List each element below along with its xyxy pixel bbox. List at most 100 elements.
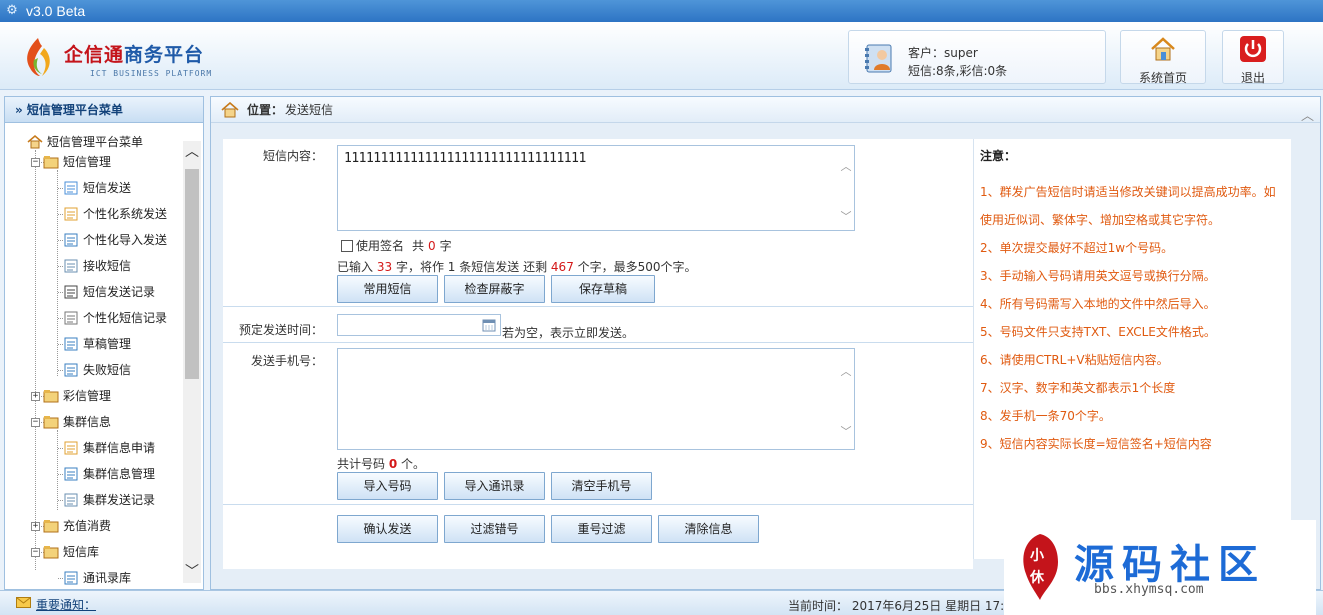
expand-icon[interactable]: + [31,521,40,531]
panel-scroll-up-icon[interactable]: ︿ [1301,105,1317,124]
brand-en: ICT BUSINESS PLATFORM [90,69,213,78]
sidebar-item[interactable]: 通讯录库 [63,568,131,588]
collapse-icon[interactable]: − [31,547,40,557]
sidebar-item-label: 个性化导入发送 [83,233,168,247]
expand-icon[interactable]: + [31,391,40,401]
scroll-down-icon[interactable]: ﹀ [838,423,854,439]
customer-name: 客户：super [908,46,978,60]
common-sms-button[interactable]: 常用短信 [337,275,438,303]
message-balance: 短信:8条,彩信:0条 [908,64,1008,78]
current-time: 当前时间： 2017年6月25日 星期日 17:09 [788,599,1020,613]
divider [223,342,973,343]
clear-info-button[interactable]: 清除信息 [658,515,759,543]
sms-content-textarea[interactable]: 111111111111111111111111111111111 ︿ ﹀ [337,145,855,231]
sidebar-item[interactable]: 个性化导入发送 [63,230,167,250]
home-button[interactable]: 系统首页 [1120,30,1206,85]
sidebar: » 短信管理平台菜单 短信管理平台菜单 − 短信管理 短信发送 个性化系统发送 个性化导… [4,96,204,590]
signature-checkbox[interactable] [341,239,353,252]
sidebar-item[interactable]: − 短信管理 [31,152,111,172]
schedule-hint: 若为空，表示立即发送。 [502,326,635,340]
power-icon [1240,36,1266,62]
stats-text-1: 已输入 [337,260,374,274]
sidebar-item[interactable]: 集群信息申请 [63,438,155,458]
note-item: 2、单次提交最好不超过1w个号码。 [980,241,1174,255]
sidebar-item[interactable]: 集群信息管理 [63,464,155,484]
sidebar-item-label: 短信管理 [63,155,112,169]
scroll-up-icon[interactable]: ︿ [183,143,201,161]
sidebar-scrollbar[interactable]: ︿ ﹀ [183,141,201,583]
input-count: 33 [376,260,393,274]
scroll-up-icon[interactable]: ︿ [838,158,854,174]
signature-row: 使用签名 共 0 字 [341,237,452,254]
sidebar-item-label: 短信发送 [83,181,132,195]
sidebar-item[interactable]: + 充值消费 [31,516,111,536]
sidebar-item[interactable]: 失败短信 [63,360,131,380]
sidebar-item-label: 集群发送记录 [83,493,156,507]
scroll-down-icon[interactable]: ﹀ [183,563,201,581]
menu-tree: 短信管理平台菜单 − 短信管理短信发送个性化系统发送个性化导入发送 接收短信短信发送… [5,124,181,589]
remaining-count: 467 [550,260,574,274]
phone-label: 发送手机号： [250,354,323,368]
phone-total-unit: 个。 [401,457,426,471]
note-item: 使用近似词、繁体字、增加空格或其它字符。 [980,213,1221,227]
clear-phones-button[interactable]: 清空手机号 [551,472,652,500]
filter-wrong-numbers-button[interactable]: 过滤错号 [444,515,545,543]
main-panel: 位置： 发送短信 ︿ 短信内容： 11111111111111111111111… [210,96,1321,590]
home-icon [221,101,239,117]
sidebar-item[interactable]: 个性化系统发送 [63,204,167,224]
folder-icon [43,544,59,560]
scroll-down-icon[interactable]: ﹀ [838,208,854,224]
note-item: 9、短信内容实际长度=短信签名+短信内容 [980,437,1212,451]
watermark-seal: 小 休 [1023,534,1058,600]
folder-icon [43,518,59,534]
sidebar-item[interactable]: 集群发送记录 [63,490,155,510]
sidebar-item-label: 集群信息申请 [83,441,156,455]
sidebar-item[interactable]: + 彩信管理 [31,386,111,406]
sidebar-item-label: 接收短信 [83,259,132,273]
phone-count: 0 [388,457,398,471]
schedule-time-input[interactable] [337,314,501,336]
note-item: 4、所有号码需写入本地的文件中然后导入。 [980,297,1216,311]
breadcrumb-prefix: 位置： [247,102,284,117]
note-item: 6、请使用CTRL+V粘贴短信内容。 [980,353,1169,367]
user-info-box: 客户：super 短信:8条,彩信:0条 [848,30,1106,84]
sidebar-item[interactable]: 短信发送 [63,178,131,198]
phone-numbers-textarea[interactable]: ︿ ﹀ [337,348,855,450]
import-contacts-button[interactable]: 导入通讯录 [444,472,545,500]
sidebar-item[interactable]: − 集群信息 [31,412,111,432]
confirm-send-button[interactable]: 确认发送 [337,515,438,543]
sidebar-item[interactable]: − 短信库 [31,542,99,562]
notes-title: 注意： [980,149,1017,163]
sidebar-item[interactable]: 草稿管理 [63,334,131,354]
mail-icon [16,597,31,608]
home-label: 系统首页 [1138,71,1187,85]
home-icon [27,135,43,149]
save-draft-button[interactable]: 保存草稿 [551,275,655,303]
calendar-icon[interactable] [482,318,496,332]
scroll-up-icon[interactable]: ︿ [838,363,854,379]
content-label: 短信内容： [262,149,323,163]
folder-icon [43,154,59,170]
sidebar-item-label: 个性化短信记录 [83,311,168,325]
menu-item-icon [63,570,79,586]
important-notice-link[interactable]: 重要通知： [36,596,96,613]
menu-root[interactable]: 短信管理平台菜单 [27,132,143,152]
sidebar-item[interactable]: 接收短信 [63,256,131,276]
collapse-icon[interactable]: − [31,157,40,167]
stats-text-2: 字，将作 [395,260,444,274]
menu-item-icon [63,180,79,196]
menu-item-icon [63,492,79,508]
exit-button[interactable]: 退出 [1222,30,1284,85]
sidebar-item[interactable]: 个性化短信记录 [63,308,167,328]
divider [223,504,973,505]
filter-duplicates-button[interactable]: 重号过滤 [551,515,652,543]
sidebar-item-label: 彩信管理 [63,389,112,403]
sidebar-item-label: 充值消费 [63,519,112,533]
signature-label: 使用签名 [356,239,405,253]
sidebar-item[interactable]: 短信发送记录 [63,282,155,302]
scrollbar-thumb[interactable] [185,169,199,379]
import-numbers-button[interactable]: 导入号码 [337,472,438,500]
collapse-icon[interactable]: − [31,417,40,427]
check-blocked-words-button[interactable]: 检查屏蔽字 [444,275,545,303]
signature-unit: 字 [439,239,452,253]
